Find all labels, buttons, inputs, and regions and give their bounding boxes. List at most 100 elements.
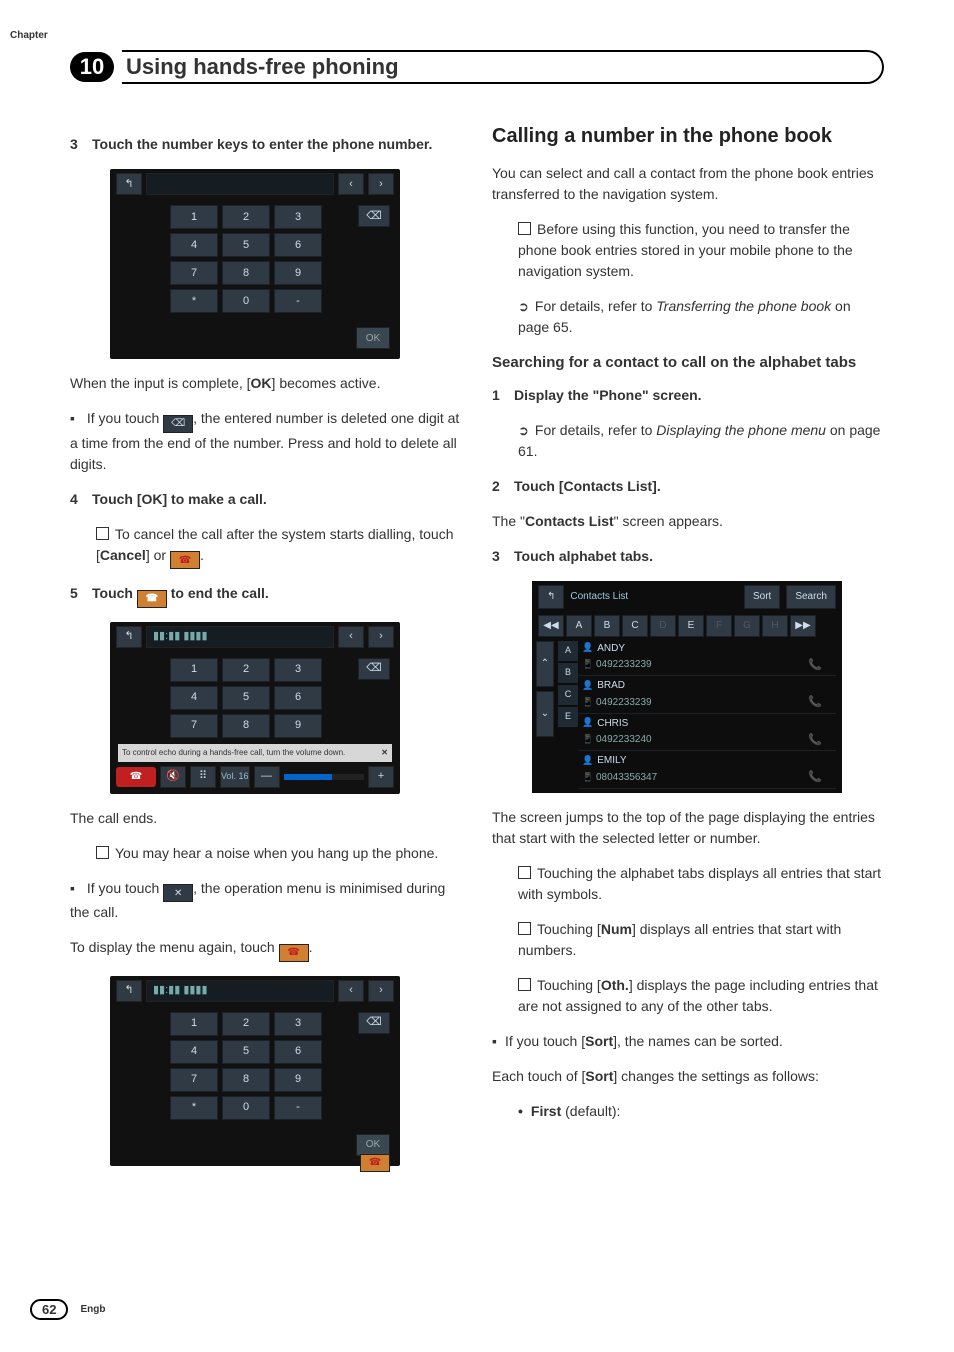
- alpha-tab[interactable]: A: [566, 615, 592, 637]
- scroll-down-icon[interactable]: ⌄: [536, 691, 554, 737]
- hangup-button[interactable]: ☎: [116, 767, 156, 787]
- key[interactable]: 1: [170, 1012, 218, 1036]
- step-text: Touch: [92, 585, 137, 601]
- contact-phone: 08043356347: [596, 772, 657, 783]
- close-icon: ✕: [163, 884, 193, 902]
- key[interactable]: 2: [222, 1012, 270, 1036]
- contact-row[interactable]: 👤CHRIS 📱 0492233240📞: [578, 714, 836, 752]
- note-icon: [96, 527, 109, 540]
- key[interactable]: 4: [170, 686, 218, 710]
- keypad-icon[interactable]: ⠿: [190, 766, 216, 788]
- next-icon[interactable]: ›: [368, 626, 394, 648]
- key[interactable]: 9: [274, 261, 322, 285]
- key[interactable]: 5: [222, 1040, 270, 1064]
- vol-down-button[interactable]: —: [254, 766, 280, 788]
- body-text: If you touch ✕, the operation menu is mi…: [70, 878, 462, 924]
- key[interactable]: 2: [222, 205, 270, 229]
- key[interactable]: 6: [274, 233, 322, 257]
- key[interactable]: 3: [274, 658, 322, 682]
- contact-row[interactable]: 👤BRAD 📱 0492233239📞: [578, 676, 836, 714]
- step-number: 4: [70, 489, 92, 510]
- ok-button[interactable]: OK: [356, 1134, 390, 1156]
- mute-icon[interactable]: 🔇: [160, 766, 186, 788]
- step-text: to end the call.: [167, 585, 269, 601]
- key[interactable]: 6: [274, 1040, 322, 1064]
- key[interactable]: 4: [170, 233, 218, 257]
- chapter-number-badge: 10: [70, 52, 114, 82]
- key[interactable]: 7: [170, 261, 218, 285]
- key[interactable]: 5: [222, 686, 270, 710]
- key[interactable]: 5: [222, 233, 270, 257]
- hangup-icon: ☎: [170, 551, 200, 569]
- sort-button[interactable]: Sort: [744, 585, 780, 609]
- back-icon[interactable]: ↰: [116, 626, 142, 648]
- key[interactable]: 4: [170, 1040, 218, 1064]
- volume-label: Vol. 16: [220, 766, 250, 788]
- key[interactable]: 9: [274, 1068, 322, 1092]
- contact-name: ANDY: [597, 641, 625, 656]
- close-icon[interactable]: ✕: [381, 747, 388, 759]
- key[interactable]: 0: [222, 289, 270, 313]
- person-icon: 👤: [582, 641, 593, 655]
- delete-icon[interactable]: ⌫: [358, 1012, 390, 1034]
- call-icon[interactable]: 📞: [808, 732, 822, 749]
- key[interactable]: 0: [222, 1096, 270, 1120]
- next-icon[interactable]: ›: [368, 173, 394, 195]
- back-icon[interactable]: ↰: [116, 173, 142, 195]
- key[interactable]: 6: [274, 686, 322, 710]
- key[interactable]: *: [170, 1096, 218, 1120]
- contact-row[interactable]: 👤ANDY 📱 0492233239📞: [578, 639, 836, 677]
- vol-up-button[interactable]: +: [368, 766, 394, 788]
- alpha-tab[interactable]: E: [678, 615, 704, 637]
- key[interactable]: 8: [222, 1068, 270, 1092]
- hangup-icon[interactable]: ☎: [360, 1154, 390, 1172]
- dialpad-screenshot-1: ↰ ‹ › ⌫ 1 2 3 4 5 6 7 8 9 * 0: [110, 169, 400, 359]
- search-button[interactable]: Search: [786, 585, 836, 609]
- tabs-next-icon[interactable]: ▶▶: [790, 615, 816, 637]
- call-icon[interactable]: 📞: [808, 769, 822, 786]
- subsection-heading: Searching for a contact to call on the a…: [492, 352, 884, 375]
- contact-name: CHRIS: [597, 716, 628, 731]
- mobile-icon: 📱: [582, 697, 593, 707]
- key[interactable]: *: [170, 289, 218, 313]
- key[interactable]: 2: [222, 658, 270, 682]
- alpha-tab[interactable]: F: [706, 615, 732, 637]
- next-icon[interactable]: ›: [368, 980, 394, 1002]
- hangup-icon: ☎: [137, 590, 167, 608]
- key[interactable]: 1: [170, 205, 218, 229]
- contact-row[interactable]: 👤EMILY 📱 08043356347📞: [578, 751, 836, 789]
- key[interactable]: 8: [222, 714, 270, 738]
- alpha-tab[interactable]: G: [734, 615, 760, 637]
- delete-icon[interactable]: ⌫: [358, 658, 390, 680]
- alpha-tab[interactable]: H: [762, 615, 788, 637]
- key[interactable]: 7: [170, 714, 218, 738]
- chapter-header: 10 Using hands-free phoning: [70, 50, 884, 84]
- prev-icon[interactable]: ‹: [338, 980, 364, 1002]
- scroll-up-icon[interactable]: ⌃: [536, 641, 554, 687]
- ok-button[interactable]: OK: [356, 327, 390, 349]
- tabs-prev-icon[interactable]: ◀◀: [538, 615, 564, 637]
- key[interactable]: 7: [170, 1068, 218, 1092]
- call-icon[interactable]: 📞: [808, 694, 822, 711]
- key[interactable]: 3: [274, 1012, 322, 1036]
- key[interactable]: -: [274, 289, 322, 313]
- mobile-icon: 📱: [582, 659, 593, 669]
- prev-icon[interactable]: ‹: [338, 173, 364, 195]
- key[interactable]: 9: [274, 714, 322, 738]
- delete-icon[interactable]: ⌫: [358, 205, 390, 227]
- alpha-tab[interactable]: C: [622, 615, 648, 637]
- call-icon[interactable]: 📞: [808, 657, 822, 674]
- hangup-icon: ☎: [279, 944, 309, 962]
- key[interactable]: 3: [274, 205, 322, 229]
- back-icon[interactable]: ↰: [116, 980, 142, 1002]
- prev-icon[interactable]: ‹: [338, 626, 364, 648]
- body-text: The screen jumps to the top of the page …: [492, 807, 884, 849]
- key[interactable]: -: [274, 1096, 322, 1120]
- body-text: For details, refer to Transferring the p…: [518, 296, 884, 338]
- alpha-tab[interactable]: B: [594, 615, 620, 637]
- key[interactable]: 1: [170, 658, 218, 682]
- left-column: 3Touch the number keys to enter the phon…: [70, 124, 462, 1178]
- key[interactable]: 8: [222, 261, 270, 285]
- alpha-tab[interactable]: D: [650, 615, 676, 637]
- back-icon[interactable]: ↰: [538, 585, 564, 609]
